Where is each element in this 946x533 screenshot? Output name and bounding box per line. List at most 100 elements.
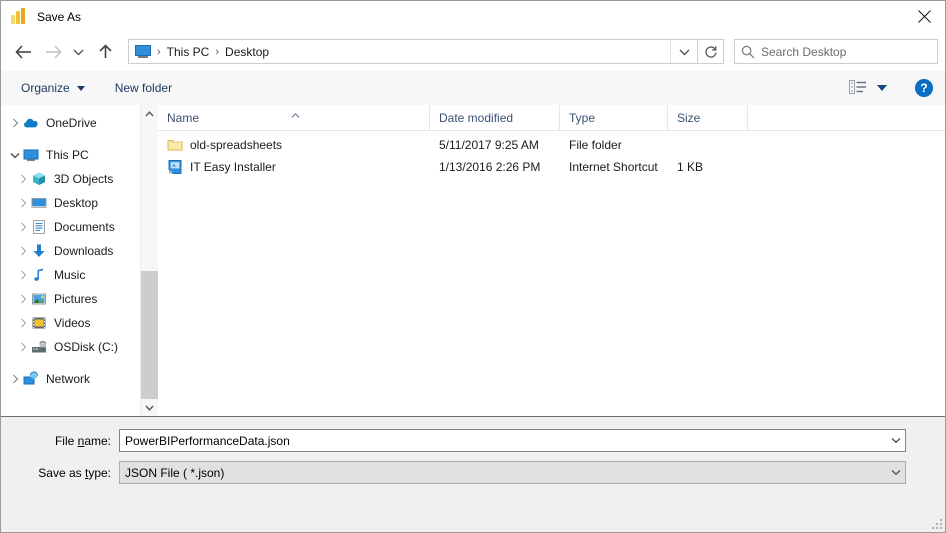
column-header-date-modified[interactable]: Date modified <box>430 105 560 130</box>
file-name-input[interactable]: PowerBIPerformanceData.json <box>119 429 906 452</box>
breadcrumb-item-desktop[interactable]: Desktop <box>225 45 269 59</box>
change-view-button[interactable] <box>845 76 891 100</box>
organize-label: Organize <box>21 81 70 95</box>
sidebar-item-label: This PC <box>46 148 89 162</box>
file-name-cell: old-spreadsheets <box>158 134 430 156</box>
sidebar-item-label: Documents <box>54 220 115 234</box>
chevron-right-icon[interactable] <box>15 219 31 235</box>
chevron-down-icon <box>76 85 85 91</box>
sidebar-item-pictures[interactable]: Pictures <box>1 287 140 311</box>
this-pc-monitor-icon <box>23 147 39 163</box>
change-view-icon <box>849 79 867 97</box>
column-header-type[interactable]: Type <box>560 105 668 130</box>
command-bar-right-group: ? <box>845 76 933 100</box>
scrollbar-thumb[interactable] <box>141 271 158 399</box>
sidebar-item-label: OSDisk (C:) <box>54 340 118 354</box>
sidebar-item-label: Downloads <box>54 244 114 258</box>
file-size-cell <box>668 134 748 156</box>
sidebar-item-this-pc[interactable]: This PC <box>1 143 140 167</box>
sidebar-item-network[interactable]: Network <box>1 367 140 391</box>
save-as-type-select[interactable]: JSON File ( *.json) <box>119 461 906 484</box>
file-name-row: File name: PowerBIPerformanceData.json <box>1 429 945 452</box>
column-header-label: Type <box>569 110 596 125</box>
search-icon <box>735 45 761 59</box>
window-title: Save As <box>37 9 82 24</box>
documents-icon <box>31 219 47 235</box>
up-arrow-icon[interactable] <box>92 39 118 65</box>
save-as-type-row: Save as type: JSON File ( *.json) <box>1 461 945 484</box>
breadcrumb-item-this-pc[interactable]: This PC <box>167 45 210 59</box>
chevron-right-icon[interactable] <box>15 267 31 283</box>
sidebar-item-downloads[interactable]: Downloads <box>1 239 140 263</box>
hard-disk-icon <box>31 339 47 355</box>
search-input[interactable]: Search Desktop <box>734 39 938 64</box>
scroll-up-icon[interactable] <box>141 105 158 122</box>
column-header-label: Name <box>167 110 200 125</box>
sidebar-item-3d-objects[interactable]: 3D Objects <box>1 167 140 191</box>
recent-locations-chevron-icon[interactable] <box>68 39 88 65</box>
file-type-cell: File folder <box>569 138 622 152</box>
sidebar-item-label: Music <box>54 268 86 282</box>
save-as-dialog: Save As › This PC › Desktop Search Deskt… <box>0 0 946 533</box>
sidebar-item-label: Pictures <box>54 292 98 306</box>
internet-shortcut-icon <box>167 159 183 175</box>
navigation-pane: OneDrive This PC 3D Objects Desktop Docu… <box>1 105 140 416</box>
sidebar-item-desktop[interactable]: Desktop <box>1 191 140 215</box>
file-size-cell: 1 KB <box>677 160 704 174</box>
folder-icon <box>167 137 183 153</box>
refresh-icon[interactable] <box>698 39 724 64</box>
new-folder-button[interactable]: New folder <box>107 76 180 100</box>
breadcrumb-separator: › <box>157 45 161 58</box>
navigation-pane-scrollbar[interactable] <box>140 105 158 416</box>
file-name-label: IT Easy Installer <box>190 160 276 174</box>
file-list-header: Name Date modified Type Size <box>158 105 945 131</box>
3d-objects-icon <box>31 171 47 187</box>
chevron-right-icon[interactable] <box>15 195 31 211</box>
help-button[interactable]: ? <box>915 79 933 97</box>
close-icon[interactable] <box>901 1 945 32</box>
desktop-monitor-icon <box>135 44 151 59</box>
powerbi-icon <box>10 8 27 25</box>
sidebar-item-music[interactable]: Music <box>1 263 140 287</box>
address-dropdown-chevron-icon[interactable] <box>670 40 697 63</box>
address-bar[interactable]: › This PC › Desktop <box>128 39 698 64</box>
chevron-right-icon[interactable] <box>7 115 23 131</box>
music-note-icon <box>31 267 47 283</box>
file-name-label: old-spreadsheets <box>190 138 283 152</box>
sidebar-item-documents[interactable]: Documents <box>1 215 140 239</box>
chevron-down-icon[interactable] <box>7 147 23 163</box>
sidebar-item-label: Desktop <box>54 196 99 210</box>
chevron-down-icon[interactable] <box>887 469 905 476</box>
table-row[interactable]: IT Easy Installer 1/13/2016 2:26 PM Inte… <box>158 156 945 178</box>
file-date-cell: 5/11/2017 9:25 AM <box>439 138 539 152</box>
chevron-right-icon[interactable] <box>7 371 23 387</box>
onedrive-cloud-icon <box>23 115 39 131</box>
file-name-label: File name: <box>54 433 111 448</box>
organize-button[interactable]: Organize <box>13 76 93 100</box>
column-header-size[interactable]: Size <box>668 105 748 130</box>
chevron-right-icon[interactable] <box>15 243 31 259</box>
sidebar-item-label: 3D Objects <box>54 172 114 186</box>
chevron-right-icon[interactable] <box>15 171 31 187</box>
save-form-area: File name: PowerBIPerformanceData.json S… <box>1 416 945 532</box>
sidebar-item-osdisk[interactable]: OSDisk (C:) <box>1 335 140 359</box>
scroll-down-icon[interactable] <box>141 399 158 416</box>
chevron-right-icon[interactable] <box>15 315 31 331</box>
back-arrow-icon[interactable] <box>10 39 36 65</box>
search-placeholder: Search Desktop <box>761 44 847 59</box>
videos-icon <box>31 315 47 331</box>
column-header-name[interactable]: Name <box>158 105 430 130</box>
sidebar-item-videos[interactable]: Videos <box>1 311 140 335</box>
sidebar-item-onedrive[interactable]: OneDrive <box>1 111 140 135</box>
file-date-cell: 1/13/2016 2:26 PM <box>439 160 541 174</box>
chevron-right-icon[interactable] <box>15 291 31 307</box>
column-header-label: Size <box>677 110 701 125</box>
resize-grip-icon[interactable] <box>932 519 944 531</box>
chevron-down-icon[interactable] <box>887 437 905 444</box>
table-row[interactable]: old-spreadsheets 5/11/2017 9:25 AM File … <box>158 134 945 156</box>
chevron-right-icon[interactable] <box>15 339 31 355</box>
sidebar-item-label: Network <box>46 372 91 386</box>
file-name-value: PowerBIPerformanceData.json <box>125 433 290 448</box>
